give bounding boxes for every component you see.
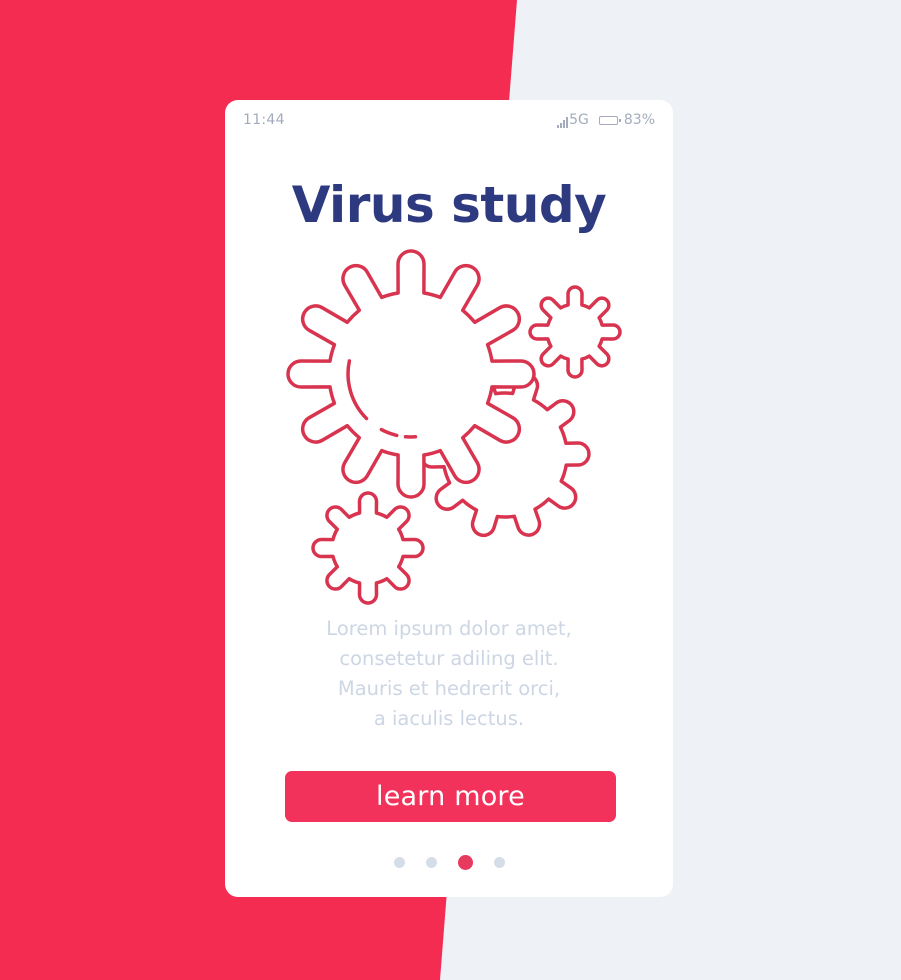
- pagination-dot[interactable]: [493, 857, 505, 868]
- body-line: consetetur adiling elit.: [339, 647, 559, 670]
- battery-percent: 83%: [623, 112, 655, 128]
- virus-medium-icon: [419, 372, 591, 538]
- body-line: Mauris et hedrerit orci,: [337, 677, 561, 700]
- battery-icon: [598, 115, 621, 125]
- phone-screen-card: 11:44 5G 83% Virus study Lorem ipsum dol…: [225, 100, 673, 897]
- status-indicators: 5G 83%: [557, 112, 655, 128]
- body-line: Lorem ipsum dolor amet,: [326, 617, 572, 640]
- network-type: 5G: [569, 112, 589, 128]
- virus-highlight-dash: [379, 427, 399, 438]
- status-bar: 11:44 5G 83%: [225, 100, 673, 142]
- status-time: 11:44: [243, 112, 285, 128]
- body-line: a iaculis lectus.: [373, 707, 525, 730]
- pagination-dot-active[interactable]: [457, 855, 473, 870]
- pagination-dots: [225, 855, 673, 870]
- pagination-dot[interactable]: [425, 857, 437, 868]
- signal-icon: [557, 117, 569, 128]
- learn-more-button[interactable]: learn more: [285, 771, 616, 822]
- virus-small-top-icon: [528, 285, 622, 379]
- virus-large-icon: [286, 249, 536, 499]
- pagination-dot[interactable]: [393, 857, 405, 868]
- virus-small-bottom-icon: [311, 491, 425, 605]
- body-text: Lorem ipsum dolor amet, consetetur adili…: [225, 614, 673, 734]
- virus-highlight-arc: [346, 359, 369, 421]
- page-title: Virus study: [291, 176, 607, 234]
